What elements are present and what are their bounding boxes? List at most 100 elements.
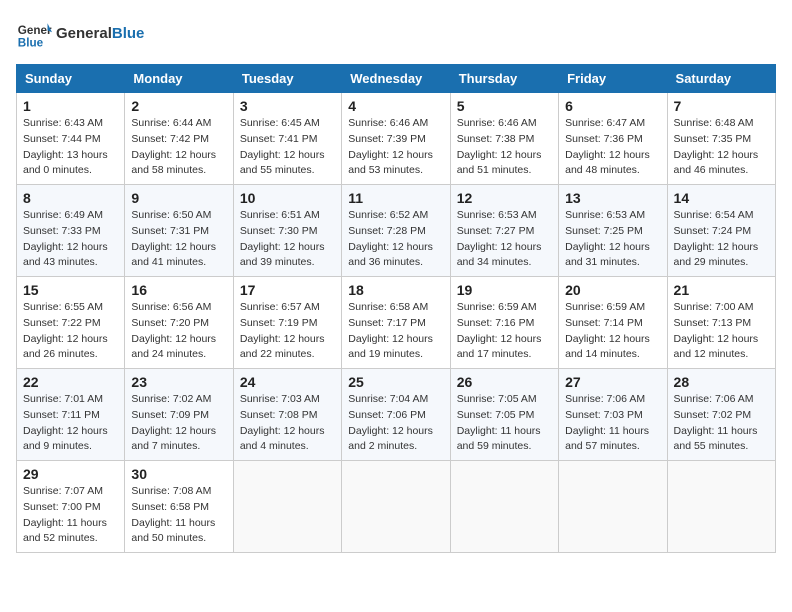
calendar-cell: 24 Sunrise: 7:03 AMSunset: 7:08 PMDayligh… [233,369,341,461]
svg-text:General: General [18,24,52,37]
calendar-cell: 3 Sunrise: 6:45 AMSunset: 7:41 PMDaylight… [233,93,341,185]
day-number: 17 [240,282,335,298]
page-header: General Blue GeneralBlue [16,16,776,52]
day-number: 23 [131,374,226,390]
day-number: 7 [674,98,769,114]
day-number: 11 [348,190,443,206]
day-info: Sunrise: 7:07 AMSunset: 7:00 PMDaylight:… [23,484,118,547]
calendar-cell: 20 Sunrise: 6:59 AMSunset: 7:14 PMDayligh… [559,277,667,369]
day-info: Sunrise: 6:48 AMSunset: 7:35 PMDaylight:… [674,116,769,179]
calendar-cell: 25 Sunrise: 7:04 AMSunset: 7:06 PMDayligh… [342,369,450,461]
logo-blue: Blue [112,25,145,42]
day-info: Sunrise: 6:43 AMSunset: 7:44 PMDaylight:… [23,116,118,179]
day-info: Sunrise: 6:57 AMSunset: 7:19 PMDaylight:… [240,300,335,363]
day-info: Sunrise: 7:01 AMSunset: 7:11 PMDaylight:… [23,392,118,455]
column-header-saturday: Saturday [667,65,775,93]
day-number: 3 [240,98,335,114]
day-info: Sunrise: 6:54 AMSunset: 7:24 PMDaylight:… [674,208,769,271]
day-info: Sunrise: 6:56 AMSunset: 7:20 PMDaylight:… [131,300,226,363]
column-header-tuesday: Tuesday [233,65,341,93]
day-info: Sunrise: 6:44 AMSunset: 7:42 PMDaylight:… [131,116,226,179]
calendar-cell: 27 Sunrise: 7:06 AMSunset: 7:03 PMDayligh… [559,369,667,461]
day-info: Sunrise: 7:04 AMSunset: 7:06 PMDaylight:… [348,392,443,455]
day-info: Sunrise: 6:50 AMSunset: 7:31 PMDaylight:… [131,208,226,271]
column-header-sunday: Sunday [17,65,125,93]
calendar-cell: 10 Sunrise: 6:51 AMSunset: 7:30 PMDayligh… [233,185,341,277]
day-number: 27 [565,374,660,390]
day-number: 30 [131,466,226,482]
calendar-cell: 5 Sunrise: 6:46 AMSunset: 7:38 PMDaylight… [450,93,558,185]
calendar-cell: 13 Sunrise: 6:53 AMSunset: 7:25 PMDayligh… [559,185,667,277]
day-info: Sunrise: 7:00 AMSunset: 7:13 PMDaylight:… [674,300,769,363]
day-info: Sunrise: 7:06 AMSunset: 7:03 PMDaylight:… [565,392,660,455]
calendar-cell: 9 Sunrise: 6:50 AMSunset: 7:31 PMDaylight… [125,185,233,277]
column-header-thursday: Thursday [450,65,558,93]
day-number: 25 [348,374,443,390]
calendar-cell: 8Sunrise: 6:49 AMSunset: 7:33 PMDaylight… [17,185,125,277]
calendar-week-row: 29 Sunrise: 7:07 AMSunset: 7:00 PMDayligh… [17,461,776,553]
day-number: 26 [457,374,552,390]
logo-icon: General Blue [16,16,52,52]
calendar-table: SundayMondayTuesdayWednesdayThursdayFrid… [16,64,776,553]
day-info: Sunrise: 6:46 AMSunset: 7:39 PMDaylight:… [348,116,443,179]
column-header-monday: Monday [125,65,233,93]
calendar-week-row: 8Sunrise: 6:49 AMSunset: 7:33 PMDaylight… [17,185,776,277]
day-number: 6 [565,98,660,114]
day-info: Sunrise: 6:47 AMSunset: 7:36 PMDaylight:… [565,116,660,179]
logo: General Blue GeneralBlue [16,16,144,52]
calendar-cell: 17 Sunrise: 6:57 AMSunset: 7:19 PMDayligh… [233,277,341,369]
calendar-cell: 1Sunrise: 6:43 AMSunset: 7:44 PMDaylight… [17,93,125,185]
calendar-cell: 15 Sunrise: 6:55 AMSunset: 7:22 PMDayligh… [17,277,125,369]
calendar-week-row: 22 Sunrise: 7:01 AMSunset: 7:11 PMDayligh… [17,369,776,461]
column-header-wednesday: Wednesday [342,65,450,93]
day-number: 29 [23,466,118,482]
day-number: 14 [674,190,769,206]
day-info: Sunrise: 6:46 AMSunset: 7:38 PMDaylight:… [457,116,552,179]
calendar-cell: 23Sunrise: 7:02 AMSunset: 7:09 PMDayligh… [125,369,233,461]
day-info: Sunrise: 7:03 AMSunset: 7:08 PMDaylight:… [240,392,335,455]
day-number: 12 [457,190,552,206]
calendar-cell: 29 Sunrise: 7:07 AMSunset: 7:00 PMDayligh… [17,461,125,553]
day-info: Sunrise: 6:59 AMSunset: 7:14 PMDaylight:… [565,300,660,363]
day-number: 2 [131,98,226,114]
day-info: Sunrise: 6:55 AMSunset: 7:22 PMDaylight:… [23,300,118,363]
day-number: 5 [457,98,552,114]
calendar-week-row: 1Sunrise: 6:43 AMSunset: 7:44 PMDaylight… [17,93,776,185]
day-info: Sunrise: 7:06 AMSunset: 7:02 PMDaylight:… [674,392,769,455]
day-number: 16 [131,282,226,298]
calendar-cell [342,461,450,553]
calendar-cell: 28 Sunrise: 7:06 AMSunset: 7:02 PMDayligh… [667,369,775,461]
day-info: Sunrise: 6:51 AMSunset: 7:30 PMDaylight:… [240,208,335,271]
day-number: 13 [565,190,660,206]
logo-general: General [56,25,112,42]
day-info: Sunrise: 6:52 AMSunset: 7:28 PMDaylight:… [348,208,443,271]
day-number: 10 [240,190,335,206]
day-number: 20 [565,282,660,298]
calendar-cell [559,461,667,553]
calendar-cell [233,461,341,553]
calendar-cell: 19 Sunrise: 6:59 AMSunset: 7:16 PMDayligh… [450,277,558,369]
day-info: Sunrise: 6:53 AMSunset: 7:25 PMDaylight:… [565,208,660,271]
day-number: 22 [23,374,118,390]
day-number: 28 [674,374,769,390]
day-info: Sunrise: 6:59 AMSunset: 7:16 PMDaylight:… [457,300,552,363]
day-number: 24 [240,374,335,390]
day-number: 9 [131,190,226,206]
calendar-cell [450,461,558,553]
calendar-cell: 7 Sunrise: 6:48 AMSunset: 7:35 PMDaylight… [667,93,775,185]
day-number: 21 [674,282,769,298]
calendar-cell: 16 Sunrise: 6:56 AMSunset: 7:20 PMDayligh… [125,277,233,369]
day-number: 19 [457,282,552,298]
day-number: 8 [23,190,118,206]
calendar-cell [667,461,775,553]
day-info: Sunrise: 6:45 AMSunset: 7:41 PMDaylight:… [240,116,335,179]
calendar-cell: 22 Sunrise: 7:01 AMSunset: 7:11 PMDayligh… [17,369,125,461]
calendar-cell: 6 Sunrise: 6:47 AMSunset: 7:36 PMDaylight… [559,93,667,185]
calendar-cell: 26 Sunrise: 7:05 AMSunset: 7:05 PMDayligh… [450,369,558,461]
calendar-cell: 30Sunrise: 7:08 AMSunset: 6:58 PMDayligh… [125,461,233,553]
day-info: Sunrise: 7:05 AMSunset: 7:05 PMDaylight:… [457,392,552,455]
svg-text:Blue: Blue [18,37,44,50]
day-number: 15 [23,282,118,298]
calendar-cell: 4Sunrise: 6:46 AMSunset: 7:39 PMDaylight… [342,93,450,185]
calendar-cell: 14 Sunrise: 6:54 AMSunset: 7:24 PMDayligh… [667,185,775,277]
